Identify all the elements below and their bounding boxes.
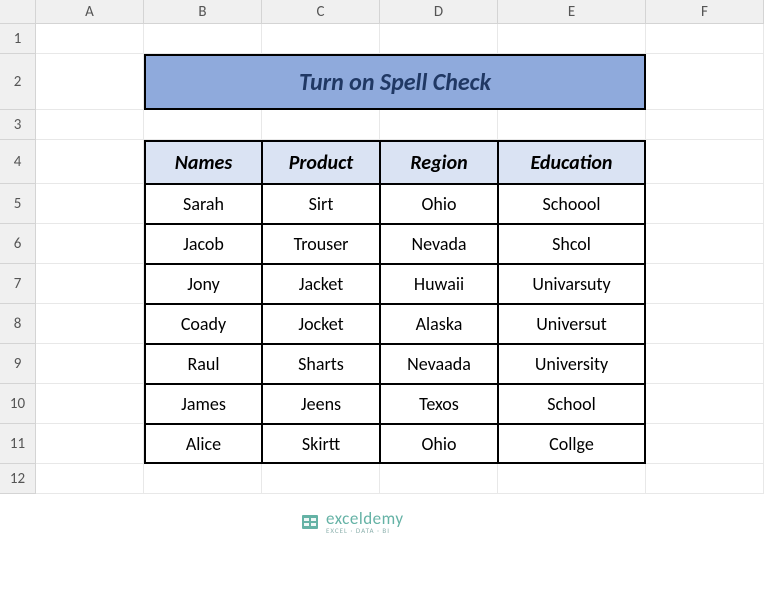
cell-B12[interactable] <box>144 464 262 494</box>
row-header-9[interactable]: 9 <box>0 344 36 384</box>
table-row[interactable]: James <box>144 384 262 424</box>
col-header-B[interactable]: B <box>144 0 262 24</box>
table-row[interactable]: Nevaada <box>380 344 498 384</box>
table-row[interactable]: Univarsuty <box>498 264 646 304</box>
table-row[interactable]: Ohio <box>380 184 498 224</box>
table-row[interactable]: Huwaii <box>380 264 498 304</box>
row-header-12[interactable]: 12 <box>0 464 36 494</box>
cell-F2[interactable] <box>646 54 764 110</box>
cell-A2[interactable] <box>36 54 144 110</box>
cell-A9[interactable] <box>36 344 144 384</box>
table-row[interactable]: Jocket <box>262 304 380 344</box>
cell-C12[interactable] <box>262 464 380 494</box>
row-header-8[interactable]: 8 <box>0 304 36 344</box>
cell-F7[interactable] <box>646 264 764 304</box>
cell-C1[interactable] <box>262 24 380 54</box>
table-row[interactable]: Texos <box>380 384 498 424</box>
table-row[interactable]: Jeens <box>262 384 380 424</box>
header-education[interactable]: Education <box>498 140 646 184</box>
cell-F10[interactable] <box>646 384 764 424</box>
cell-E3[interactable] <box>498 110 646 140</box>
table-row[interactable]: Skirtt <box>262 424 380 464</box>
watermark-subtext: EXCEL · DATA · BI <box>326 527 404 534</box>
cell-F8[interactable] <box>646 304 764 344</box>
cell-F6[interactable] <box>646 224 764 264</box>
table-row[interactable]: Jacob <box>144 224 262 264</box>
cell-A5[interactable] <box>36 184 144 224</box>
cell-F3[interactable] <box>646 110 764 140</box>
title-cell[interactable]: Turn on Spell Check <box>144 54 646 110</box>
table-row[interactable]: University <box>498 344 646 384</box>
cell-F11[interactable] <box>646 424 764 464</box>
column-headers: A B C D E F <box>0 0 764 24</box>
row-header-7[interactable]: 7 <box>0 264 36 304</box>
row-header-10[interactable]: 10 <box>0 384 36 424</box>
table-row[interactable]: Universut <box>498 304 646 344</box>
col-header-D[interactable]: D <box>380 0 498 24</box>
cell-D12[interactable] <box>380 464 498 494</box>
cell-A12[interactable] <box>36 464 144 494</box>
header-product[interactable]: Product <box>262 140 380 184</box>
row-header-3[interactable]: 3 <box>0 110 36 140</box>
cell-E1[interactable] <box>498 24 646 54</box>
table-row[interactable]: Shcol <box>498 224 646 264</box>
col-header-E[interactable]: E <box>498 0 646 24</box>
cell-B1[interactable] <box>144 24 262 54</box>
cell-A8[interactable] <box>36 304 144 344</box>
row-header-6[interactable]: 6 <box>0 224 36 264</box>
table-row[interactable]: Sirt <box>262 184 380 224</box>
table-row[interactable]: Sharts <box>262 344 380 384</box>
cell-A1[interactable] <box>36 24 144 54</box>
table-row[interactable]: Nevada <box>380 224 498 264</box>
table-row[interactable]: Raul <box>144 344 262 384</box>
row-header-4[interactable]: 4 <box>0 140 36 184</box>
table-row[interactable]: Jacket <box>262 264 380 304</box>
table-row[interactable]: Alice <box>144 424 262 464</box>
header-region[interactable]: Region <box>380 140 498 184</box>
table-row[interactable]: Sarah <box>144 184 262 224</box>
cell-D3[interactable] <box>380 110 498 140</box>
cell-B3[interactable] <box>144 110 262 140</box>
row-header-1[interactable]: 1 <box>0 24 36 54</box>
watermark: exceldemy EXCEL · DATA · BI <box>300 510 404 534</box>
table-row[interactable]: School <box>498 384 646 424</box>
table-row[interactable]: Jony <box>144 264 262 304</box>
cell-A10[interactable] <box>36 384 144 424</box>
table-row[interactable]: Schoool <box>498 184 646 224</box>
col-header-F[interactable]: F <box>646 0 764 24</box>
col-header-C[interactable]: C <box>262 0 380 24</box>
watermark-text: exceldemy <box>326 510 404 527</box>
cell-F12[interactable] <box>646 464 764 494</box>
col-header-A[interactable]: A <box>36 0 144 24</box>
cell-F9[interactable] <box>646 344 764 384</box>
cell-F1[interactable] <box>646 24 764 54</box>
cell-A7[interactable] <box>36 264 144 304</box>
cell-A4[interactable] <box>36 140 144 184</box>
cell-D1[interactable] <box>380 24 498 54</box>
table-row[interactable]: Collge <box>498 424 646 464</box>
cell-E12[interactable] <box>498 464 646 494</box>
row-header-2[interactable]: 2 <box>0 54 36 110</box>
cell-A3[interactable] <box>36 110 144 140</box>
table-row[interactable]: Trouser <box>262 224 380 264</box>
select-all-corner[interactable] <box>0 0 36 24</box>
spreadsheet-grid: A B C D E F 1 2 Turn on Spell Check 3 <box>0 0 764 494</box>
table-row[interactable]: Ohio <box>380 424 498 464</box>
table-row[interactable]: Coady <box>144 304 262 344</box>
cell-A6[interactable] <box>36 224 144 264</box>
cell-C3[interactable] <box>262 110 380 140</box>
cell-A11[interactable] <box>36 424 144 464</box>
cell-F4[interactable] <box>646 140 764 184</box>
row-header-5[interactable]: 5 <box>0 184 36 224</box>
table-row[interactable]: Alaska <box>380 304 498 344</box>
exceldemy-logo-icon <box>300 512 320 532</box>
row-header-11[interactable]: 11 <box>0 424 36 464</box>
header-names[interactable]: Names <box>144 140 262 184</box>
cell-F5[interactable] <box>646 184 764 224</box>
